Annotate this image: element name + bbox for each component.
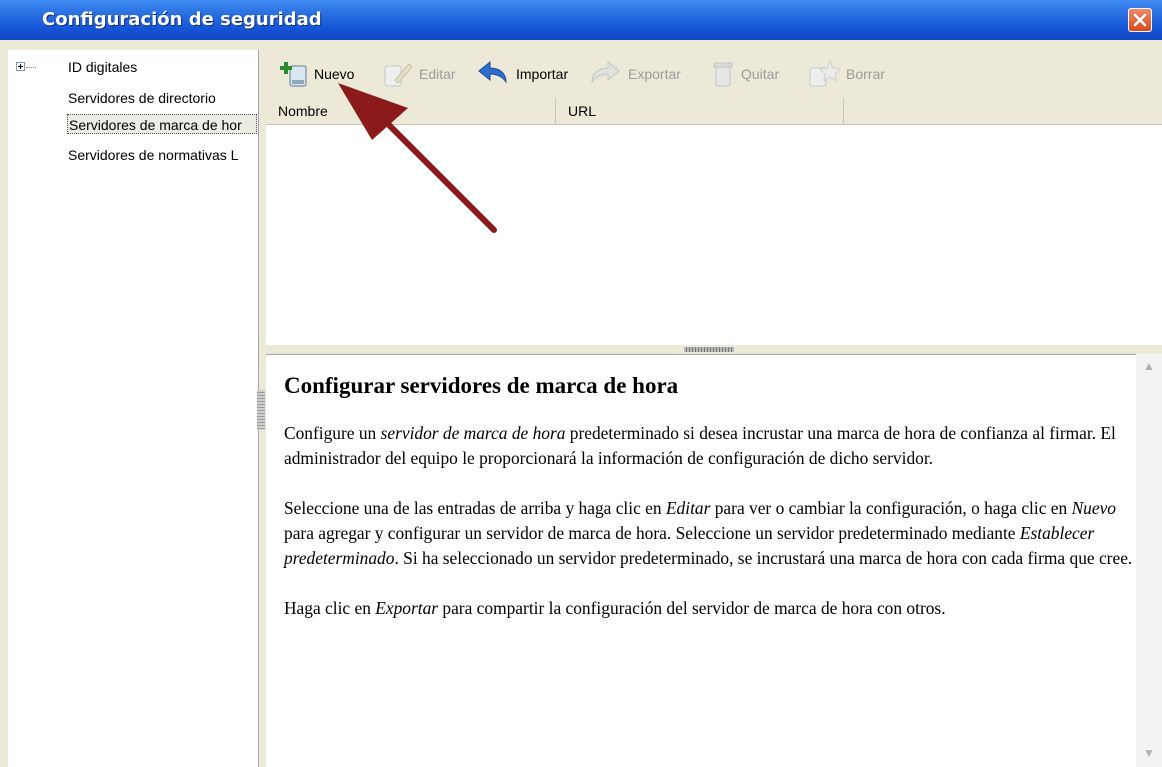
server-list[interactable] bbox=[266, 125, 1162, 345]
column-name[interactable]: Nombre bbox=[266, 98, 556, 124]
security-settings-window: Configuración de seguridad ID digitales … bbox=[0, 0, 1162, 767]
scroll-down-icon[interactable]: ▼ bbox=[1139, 743, 1159, 763]
vertical-splitter[interactable] bbox=[257, 390, 265, 430]
tree-connector bbox=[26, 67, 36, 68]
tree-item-timestamp-servers[interactable]: Servidores de marca de hor bbox=[67, 114, 257, 134]
tree-item-digital-ids[interactable]: ID digitales bbox=[68, 57, 137, 77]
tree-item-policy-servers[interactable]: Servidores de normativas L bbox=[68, 145, 238, 165]
text: para agregar y configurar un servidor de… bbox=[284, 523, 1020, 543]
new-button[interactable]: Nuevo bbox=[278, 58, 354, 90]
text: Haga clic en bbox=[284, 598, 376, 618]
clear-icon bbox=[809, 59, 842, 87]
term-new: Nuevo bbox=[1071, 498, 1116, 518]
import-label: Importar bbox=[516, 66, 569, 82]
help-content: Configurar servidores de marca de hora C… bbox=[284, 373, 1134, 646]
text: Configure un bbox=[284, 423, 381, 443]
text: . Si ha seleccionado un servidor predete… bbox=[394, 548, 1133, 568]
edit-button[interactable]: Editar bbox=[381, 58, 456, 90]
close-icon bbox=[1133, 13, 1147, 27]
scroll-up-icon[interactable]: ▲ bbox=[1139, 356, 1159, 376]
trash-icon bbox=[713, 62, 733, 87]
help-paragraph-3: Haga clic en Exportar para compartir la … bbox=[284, 596, 1134, 621]
edit-label: Editar bbox=[419, 66, 456, 82]
text: para compartir la configuración del serv… bbox=[438, 598, 946, 618]
delete-label: Borrar bbox=[846, 66, 885, 82]
export-label: Exportar bbox=[628, 66, 681, 82]
help-paragraph-2: Seleccione una de las entradas de arriba… bbox=[284, 496, 1134, 571]
title-bar[interactable]: Configuración de seguridad bbox=[0, 0, 1162, 40]
import-icon bbox=[478, 60, 507, 84]
help-scrollbar[interactable]: ▲ ▼ bbox=[1136, 354, 1162, 767]
term-timestamp-server: servidor de marca de hora bbox=[380, 423, 566, 443]
horizontal-splitter[interactable] bbox=[684, 347, 734, 352]
new-label: Nuevo bbox=[314, 66, 355, 82]
right-panel: Nuevo Editar Importar Exportar Quitar Bo… bbox=[266, 50, 1162, 767]
help-panel: Configurar servidores de marca de hora C… bbox=[266, 354, 1162, 767]
text: Seleccione una de las entradas de arriba… bbox=[284, 498, 666, 518]
toolbar: Nuevo Editar Importar Exportar Quitar Bo… bbox=[266, 50, 1162, 98]
column-url[interactable]: URL bbox=[556, 98, 844, 124]
edit-icon bbox=[384, 63, 413, 87]
import-button[interactable]: Importar bbox=[476, 58, 568, 90]
term-edit: Editar bbox=[665, 498, 711, 518]
export-button[interactable]: Exportar bbox=[588, 58, 681, 90]
list-header: Nombre URL bbox=[266, 98, 1162, 125]
expand-icon[interactable] bbox=[16, 62, 25, 71]
help-title: Configurar servidores de marca de hora bbox=[284, 373, 679, 398]
term-export: Exportar bbox=[375, 598, 439, 618]
tree-item-directory-servers[interactable]: Servidores de directorio bbox=[68, 88, 216, 108]
remove-label: Quitar bbox=[741, 66, 780, 82]
export-icon bbox=[591, 60, 620, 84]
help-paragraph-1: Configure un servidor de marca de hora p… bbox=[284, 421, 1134, 471]
close-button[interactable] bbox=[1128, 8, 1152, 32]
new-icon bbox=[280, 62, 307, 87]
delete-button[interactable]: Borrar bbox=[806, 58, 885, 90]
remove-button[interactable]: Quitar bbox=[709, 58, 779, 90]
text: para ver o cambiar la configuración, o h… bbox=[710, 498, 1072, 518]
window-title: Configuración de seguridad bbox=[42, 9, 322, 30]
